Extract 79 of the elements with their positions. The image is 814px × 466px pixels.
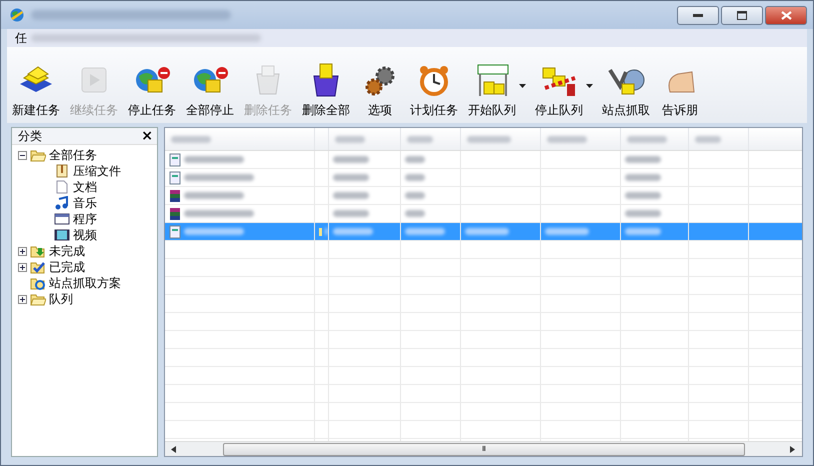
- collapse-toggle[interactable]: [18, 150, 27, 160]
- tree-item[interactable]: 视频: [73, 226, 97, 244]
- blurred-cell-text: [545, 228, 589, 235]
- close-button[interactable]: ×: [141, 129, 153, 143]
- zip-icon: [54, 164, 70, 178]
- maximize-icon: [737, 10, 747, 20]
- video-icon: [54, 228, 70, 242]
- blurred-column-header: [467, 136, 511, 142]
- blurred-column-header: [547, 136, 587, 142]
- tree-item[interactable]: 文档: [73, 178, 97, 196]
- toolbar-button[interactable]: 全部停止: [181, 62, 239, 119]
- folder-icon: [319, 228, 322, 236]
- dropdown-arrow-icon[interactable]: [586, 84, 593, 88]
- blurred-cell-text: [625, 174, 661, 181]
- maximize-button[interactable]: [721, 6, 763, 24]
- toolbar-button[interactable]: 删除全部: [297, 62, 355, 119]
- folder-ie-icon: [30, 276, 46, 290]
- program-icon: [54, 212, 70, 226]
- tree-item[interactable]: 站点抓取方案: [49, 274, 121, 292]
- blurred-cell-text: [405, 156, 425, 163]
- blurred-column-header: [335, 136, 365, 142]
- tree-item[interactable]: 程序: [73, 210, 97, 228]
- tree-item[interactable]: 音乐: [73, 194, 97, 212]
- blurred-cell-text: [625, 156, 661, 163]
- scroll-left-icon[interactable]: [171, 446, 177, 452]
- expand-toggle[interactable]: [18, 294, 27, 304]
- blurred-cell-text: [333, 156, 369, 163]
- scroll-right-icon[interactable]: [790, 446, 796, 452]
- blurred-cell-text: [405, 228, 445, 235]
- blurred-cell-text: [184, 210, 254, 217]
- blurred-cell-text: [405, 192, 425, 199]
- blurred-cell-text: [333, 210, 369, 217]
- blurred-cell-text: [333, 228, 373, 235]
- close-icon: [780, 10, 792, 20]
- folder-down-icon: [30, 244, 46, 258]
- blurred-cell-text: [625, 210, 661, 217]
- minimize-button[interactable]: [677, 6, 719, 24]
- tree-item[interactable]: 未完成: [49, 242, 85, 260]
- toolbar-button[interactable]: 站点抓取: [597, 62, 655, 119]
- toolbar-button[interactable]: 计划任务: [405, 62, 463, 119]
- blurred-cell-text: [625, 228, 661, 235]
- blurred-cell-text: [405, 210, 425, 217]
- blurred-column-header: [407, 136, 433, 142]
- toolbar-button[interactable]: 告诉朋: [655, 62, 705, 119]
- blurred-column-header: [171, 136, 211, 142]
- blurred-column-header: [627, 136, 667, 142]
- blurred-cell-text: [333, 174, 369, 181]
- toolbar-button[interactable]: 停止任务: [123, 62, 181, 119]
- toolbar-button[interactable]: 停止队列: [530, 62, 588, 119]
- tree-item[interactable]: 全部任务: [49, 146, 97, 164]
- blurred-cell-text: [184, 174, 254, 181]
- music-icon: [54, 196, 70, 210]
- blurred-cell-text: [184, 228, 244, 235]
- blurred-cell-text: [184, 156, 244, 163]
- toolbar-button[interactable]: 选项: [355, 62, 405, 119]
- blurred-cell-text: [465, 228, 509, 235]
- globe-icon: [9, 7, 25, 23]
- toolbar-button[interactable]: 新建任务: [7, 62, 65, 119]
- blurred-cell-text: [625, 192, 661, 199]
- tree-item[interactable]: 队列: [49, 290, 73, 308]
- blurred-column-header: [695, 136, 721, 142]
- blurred-cell-text: [333, 192, 369, 199]
- minimize-icon: [693, 13, 703, 17]
- blurred-cell-text: [324, 228, 328, 235]
- expand-toggle[interactable]: [18, 262, 27, 272]
- blurred-cell-text: [405, 174, 425, 181]
- tree-item[interactable]: 已完成: [49, 258, 85, 276]
- expand-toggle[interactable]: [18, 246, 27, 256]
- close-button[interactable]: [765, 6, 807, 24]
- folder-check-icon: [30, 260, 46, 274]
- dropdown-arrow-icon[interactable]: [519, 84, 526, 88]
- blurred-cell-text: [184, 192, 244, 199]
- toolbar-button[interactable]: 开始队列: [463, 62, 521, 119]
- folders-icon: [30, 292, 46, 306]
- doc-icon: [54, 180, 70, 194]
- menu-item[interactable]: 任: [15, 30, 27, 46]
- folder-open-icon: [30, 148, 46, 162]
- tree-item[interactable]: 压缩文件: [73, 162, 121, 180]
- sidebar-title: 分类: [18, 128, 42, 144]
